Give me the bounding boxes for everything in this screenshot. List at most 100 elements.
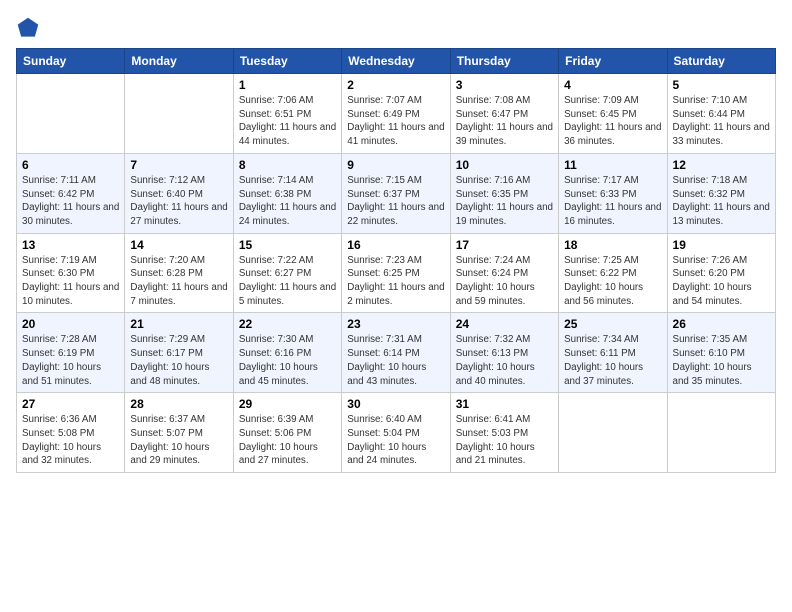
calendar-cell: 25Sunrise: 7:34 AMSunset: 6:11 PMDayligh… [559,313,667,393]
weekday-header-monday: Monday [125,49,233,74]
day-number: 21 [130,317,227,331]
day-info: Sunrise: 7:25 AMSunset: 6:22 PMDaylight:… [564,254,661,309]
day-info: Sunrise: 7:23 AMSunset: 6:25 PMDaylight:… [347,254,444,309]
day-number: 13 [22,238,119,252]
calendar-cell: 19Sunrise: 7:26 AMSunset: 6:20 PMDayligh… [667,233,775,313]
calendar-cell: 31 Sunrise: 6:41 AMSunset: 5:03 PMDayligh… [450,393,558,473]
weekday-header-saturday: Saturday [667,49,775,74]
calendar-cell: 5 Sunrise: 7:10 AMSunset: 6:44 PMDaylight… [667,74,775,154]
day-number: 3 [456,78,553,92]
day-info: Sunrise: 7:24 AMSunset: 6:24 PMDaylight:… [456,254,553,309]
calendar-cell: 13 Sunrise: 7:19 AMSunset: 6:30 PMDayligh… [17,233,125,313]
weekday-header-friday: Friday [559,49,667,74]
weekday-header-thursday: Thursday [450,49,558,74]
calendar-cell: 24 Sunrise: 7:32 AMSunset: 6:13 PMDayligh… [450,313,558,393]
day-number: 23 [347,317,444,331]
calendar-cell: 15 Sunrise: 7:22 AMSunset: 6:27 PMDayligh… [233,233,341,313]
week-row-5: 27 Sunrise: 6:36 AMSunset: 5:08 PMDayligh… [17,393,776,473]
day-number: 1 [239,78,336,92]
day-number: 8 [239,158,336,172]
day-number: 14 [130,238,227,252]
day-info: Sunrise: 6:37 AMSunset: 5:07 PMDaylight:… [130,413,227,468]
day-info: Sunrise: 7:15 AMSunset: 6:37 PMDaylight:… [347,174,444,229]
weekday-header-wednesday: Wednesday [342,49,450,74]
calendar-cell: 6 Sunrise: 7:11 AMSunset: 6:42 PMDaylight… [17,153,125,233]
day-info: Sunrise: 7:31 AMSunset: 6:14 PMDaylight:… [347,333,444,388]
calendar-cell: 17 Sunrise: 7:24 AMSunset: 6:24 PMDayligh… [450,233,558,313]
calendar-cell: 28 Sunrise: 6:37 AMSunset: 5:07 PMDayligh… [125,393,233,473]
day-info: Sunrise: 7:20 AMSunset: 6:28 PMDaylight:… [130,254,227,309]
day-number: 27 [22,397,119,411]
day-info: Sunrise: 7:16 AMSunset: 6:35 PMDaylight:… [456,174,553,229]
header [16,16,776,40]
day-info: Sunrise: 7:29 AMSunset: 6:17 PMDaylight:… [130,333,227,388]
weekday-header-sunday: Sunday [17,49,125,74]
day-info: Sunrise: 6:40 AMSunset: 5:04 PMDaylight:… [347,413,444,468]
day-number: 26 [673,317,770,331]
day-info: Sunrise: 7:06 AMSunset: 6:51 PMDaylight:… [239,94,336,149]
day-number: 24 [456,317,553,331]
day-number: 28 [130,397,227,411]
calendar-cell: 12Sunrise: 7:18 AMSunset: 6:32 PMDayligh… [667,153,775,233]
day-number: 31 [456,397,553,411]
week-row-1: 1 Sunrise: 7:06 AMSunset: 6:51 PMDaylight… [17,74,776,154]
day-info: Sunrise: 7:09 AMSunset: 6:45 PMDaylight:… [564,94,661,149]
calendar-cell [559,393,667,473]
calendar-cell: 23 Sunrise: 7:31 AMSunset: 6:14 PMDayligh… [342,313,450,393]
calendar-cell [17,74,125,154]
day-info: Sunrise: 7:32 AMSunset: 6:13 PMDaylight:… [456,333,553,388]
day-number: 4 [564,78,661,92]
calendar-container: SundayMondayTuesdayWednesdayThursdayFrid… [0,0,792,612]
week-row-3: 13 Sunrise: 7:19 AMSunset: 6:30 PMDayligh… [17,233,776,313]
calendar-cell: 16Sunrise: 7:23 AMSunset: 6:25 PMDayligh… [342,233,450,313]
calendar-cell: 8 Sunrise: 7:14 AMSunset: 6:38 PMDaylight… [233,153,341,233]
day-number: 5 [673,78,770,92]
day-number: 2 [347,78,444,92]
day-info: Sunrise: 7:08 AMSunset: 6:47 PMDaylight:… [456,94,553,149]
day-info: Sunrise: 7:28 AMSunset: 6:19 PMDaylight:… [22,333,119,388]
logo-icon [16,16,40,40]
day-info: Sunrise: 7:14 AMSunset: 6:38 PMDaylight:… [239,174,336,229]
day-info: Sunrise: 7:18 AMSunset: 6:32 PMDaylight:… [673,174,770,229]
day-info: Sunrise: 7:07 AMSunset: 6:49 PMDaylight:… [347,94,444,149]
calendar-cell: 2 Sunrise: 7:07 AMSunset: 6:49 PMDaylight… [342,74,450,154]
day-info: Sunrise: 6:41 AMSunset: 5:03 PMDaylight:… [456,413,553,468]
week-row-2: 6 Sunrise: 7:11 AMSunset: 6:42 PMDaylight… [17,153,776,233]
calendar-cell: 9 Sunrise: 7:15 AMSunset: 6:37 PMDaylight… [342,153,450,233]
day-number: 18 [564,238,661,252]
day-number: 19 [673,238,770,252]
day-info: Sunrise: 7:11 AMSunset: 6:42 PMDaylight:… [22,174,119,229]
calendar-cell: 18 Sunrise: 7:25 AMSunset: 6:22 PMDayligh… [559,233,667,313]
calendar-cell: 11Sunrise: 7:17 AMSunset: 6:33 PMDayligh… [559,153,667,233]
day-info: Sunrise: 7:30 AMSunset: 6:16 PMDaylight:… [239,333,336,388]
week-row-4: 20 Sunrise: 7:28 AMSunset: 6:19 PMDayligh… [17,313,776,393]
day-number: 15 [239,238,336,252]
day-number: 22 [239,317,336,331]
day-info: Sunrise: 7:22 AMSunset: 6:27 PMDaylight:… [239,254,336,309]
day-info: Sunrise: 7:35 AMSunset: 6:10 PMDaylight:… [673,333,770,388]
calendar-cell: 3 Sunrise: 7:08 AMSunset: 6:47 PMDaylight… [450,74,558,154]
day-number: 9 [347,158,444,172]
day-number: 6 [22,158,119,172]
day-info: Sunrise: 7:19 AMSunset: 6:30 PMDaylight:… [22,254,119,309]
day-info: Sunrise: 7:12 AMSunset: 6:40 PMDaylight:… [130,174,227,229]
calendar-cell: 7Sunrise: 7:12 AMSunset: 6:40 PMDaylight… [125,153,233,233]
calendar-cell: 29 Sunrise: 6:39 AMSunset: 5:06 PMDayligh… [233,393,341,473]
calendar-cell: 30 Sunrise: 6:40 AMSunset: 5:04 PMDayligh… [342,393,450,473]
day-info: Sunrise: 6:39 AMSunset: 5:06 PMDaylight:… [239,413,336,468]
day-info: Sunrise: 7:34 AMSunset: 6:11 PMDaylight:… [564,333,661,388]
calendar-cell: 20 Sunrise: 7:28 AMSunset: 6:19 PMDayligh… [17,313,125,393]
day-number: 10 [456,158,553,172]
day-info: Sunrise: 6:36 AMSunset: 5:08 PMDaylight:… [22,413,119,468]
calendar-cell: 1 Sunrise: 7:06 AMSunset: 6:51 PMDaylight… [233,74,341,154]
day-number: 20 [22,317,119,331]
calendar-cell: 22 Sunrise: 7:30 AMSunset: 6:16 PMDayligh… [233,313,341,393]
day-number: 17 [456,238,553,252]
day-info: Sunrise: 7:17 AMSunset: 6:33 PMDaylight:… [564,174,661,229]
calendar-cell: 10 Sunrise: 7:16 AMSunset: 6:35 PMDayligh… [450,153,558,233]
day-info: Sunrise: 7:10 AMSunset: 6:44 PMDaylight:… [673,94,770,149]
calendar-cell: 14 Sunrise: 7:20 AMSunset: 6:28 PMDayligh… [125,233,233,313]
day-number: 30 [347,397,444,411]
weekday-header-row: SundayMondayTuesdayWednesdayThursdayFrid… [17,49,776,74]
day-number: 29 [239,397,336,411]
